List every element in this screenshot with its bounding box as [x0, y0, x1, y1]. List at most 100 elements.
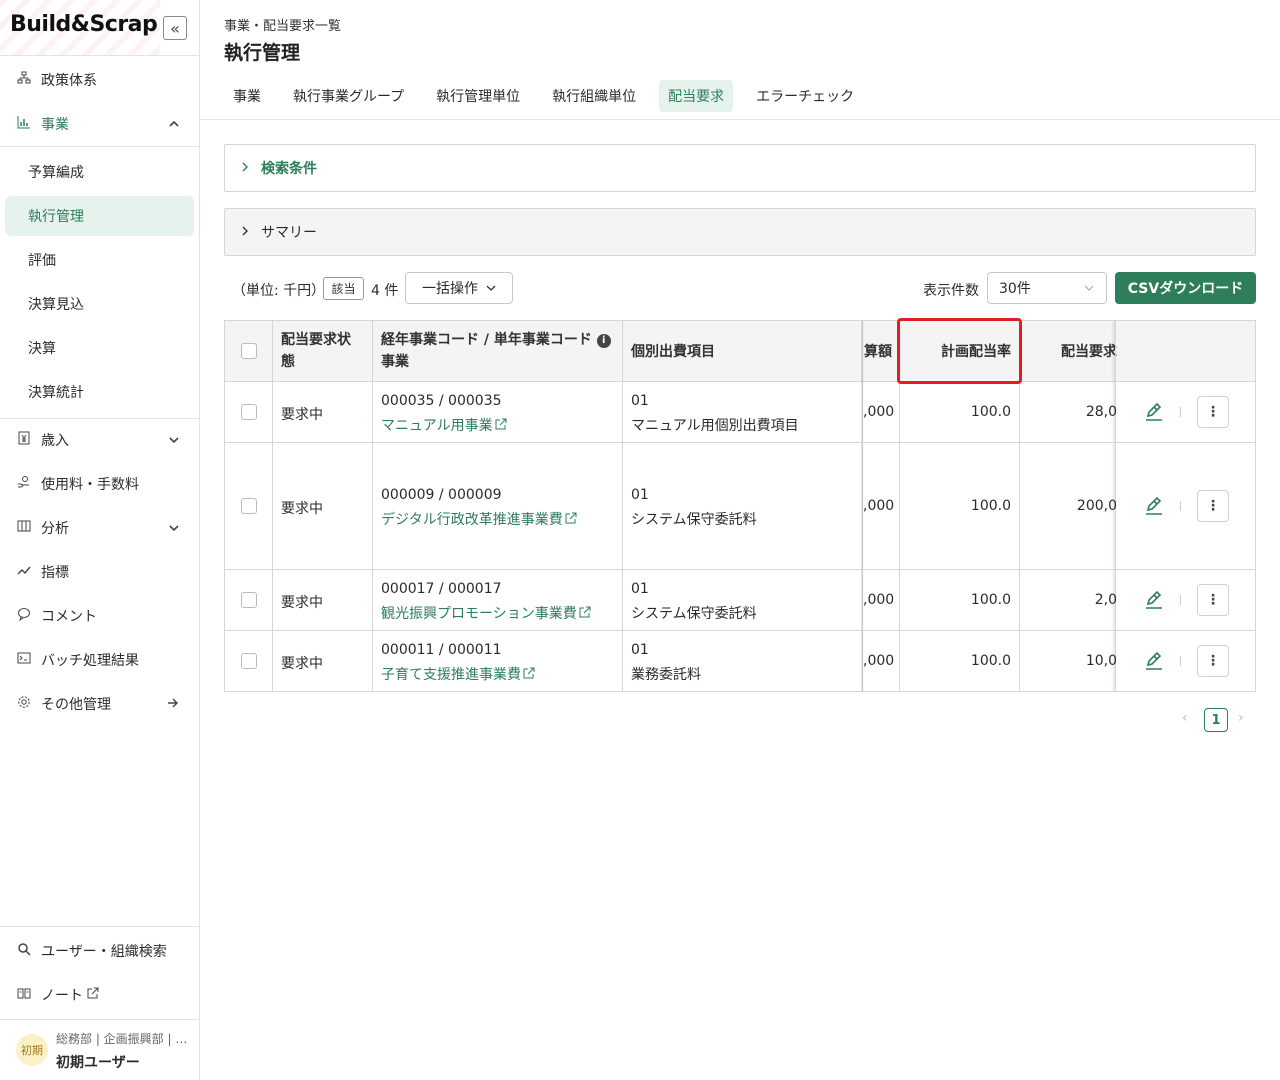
header-code[interactable]: 経年事業コード / 単年事業コード i 事業 — [381, 329, 621, 373]
row-checkbox[interactable] — [241, 592, 257, 608]
pagination-page[interactable]: 1 — [1204, 708, 1228, 732]
budget-cell: ,000 — [863, 498, 895, 514]
sidebar-item-label: バッチ処理結果 — [41, 653, 139, 669]
more-options-button[interactable]: ⋮ — [1197, 584, 1229, 616]
pagination-next[interactable]: › — [1238, 710, 1244, 726]
project-link-label: デジタル行政改革推進事業費 — [381, 512, 563, 528]
more-options-button[interactable]: ⋮ — [1197, 396, 1229, 428]
sidebar: Build&Scrap « 政策体系 事業 予算編成 執行管理 評価 決算見込 … — [0, 0, 200, 1080]
tab-allocation-request[interactable]: 配当要求 — [659, 80, 734, 112]
sidebar-item-user-search[interactable]: ユーザー・組織検索 — [0, 929, 199, 973]
row-checkbox[interactable] — [241, 498, 257, 514]
tab-bar: 事業 執行事業グループ 執行管理単位 執行組織単位 配当要求 エラーチェック — [224, 80, 877, 112]
column-divider — [372, 321, 373, 691]
tab-execution-group[interactable]: 執行事業グループ — [284, 80, 413, 112]
planned-rate-cell: 100.0 — [970, 498, 1011, 514]
chevron-down-icon — [1084, 282, 1094, 295]
kebab-icon: ⋮ — [1206, 592, 1220, 608]
per-page-select[interactable]: 30件 — [987, 272, 1107, 304]
trend-icon — [16, 563, 32, 581]
sidebar-item-revenue[interactable]: 歳入 — [0, 418, 199, 462]
status-cell: 要求中 — [281, 656, 323, 672]
tab-error-check[interactable]: エラーチェック — [747, 80, 863, 112]
double-chevron-left-icon: « — [170, 18, 180, 38]
bar-chart-icon — [16, 115, 32, 133]
request-cell: 10,0 — [1085, 653, 1117, 669]
sidebar-item-other-admin[interactable]: その他管理 — [0, 682, 199, 726]
tab-execution-unit[interactable]: 執行管理単位 — [427, 80, 529, 112]
book-icon — [16, 986, 32, 1004]
pagination-prev[interactable]: ‹ — [1182, 710, 1188, 726]
external-link-icon — [565, 512, 577, 527]
separator — [1180, 656, 1181, 666]
edit-icon[interactable] — [1143, 495, 1165, 517]
header-expense[interactable]: 個別出費項目 — [631, 341, 715, 363]
select-all-checkbox[interactable] — [241, 343, 257, 359]
row-divider — [225, 442, 1255, 443]
sidebar-item-policy[interactable]: 政策体系 — [0, 58, 199, 102]
comment-icon — [16, 607, 32, 625]
tab-execution-org-unit[interactable]: 執行組織単位 — [543, 80, 645, 112]
kebab-icon: ⋮ — [1206, 498, 1220, 514]
info-icon[interactable]: i — [596, 334, 611, 348]
bulk-action-button[interactable]: 一括操作 — [405, 272, 513, 304]
request-cell: 2,0 — [1094, 592, 1117, 608]
code-cell: 000017 / 000017 — [381, 581, 502, 597]
sidebar-item-analysis[interactable]: 分析 — [0, 506, 199, 550]
row-checkbox[interactable] — [241, 653, 257, 669]
budget-cell: ,000 — [863, 404, 895, 420]
expense-name-cell: 業務委託料 — [631, 667, 701, 683]
sidebar-item-indicator[interactable]: 指標 — [0, 550, 199, 594]
sidebar-item-label: 分析 — [41, 521, 69, 537]
sidebar-item-project[interactable]: 事業 — [0, 102, 199, 146]
expense-code-cell: 01 — [631, 581, 649, 597]
allocation-request-table: 配当要求状態 経年事業コード / 単年事業コード i 事業 個別出費項目 算額 … — [224, 320, 1256, 692]
user-menu[interactable]: 初期 総務部 | 企画振興部 | … 初期ユーザー — [0, 1020, 199, 1080]
sidebar-subitem-execution[interactable]: 執行管理 — [5, 196, 194, 236]
project-link[interactable]: マニュアル用事業 — [381, 415, 507, 435]
sidebar-item-comment[interactable]: コメント — [0, 594, 199, 638]
more-options-button[interactable]: ⋮ — [1197, 645, 1229, 677]
header-budget[interactable]: 算額 — [864, 341, 892, 363]
hit-count: 4 件 — [371, 283, 399, 299]
request-cell: 200,0 — [1076, 498, 1117, 514]
more-options-button[interactable]: ⋮ — [1197, 490, 1229, 522]
code-cell: 000011 / 000011 — [381, 642, 502, 658]
tab-project[interactable]: 事業 — [224, 80, 270, 112]
collapse-sidebar-button[interactable]: « — [163, 16, 187, 40]
sidebar-subitem-evaluation[interactable]: 評価 — [5, 240, 194, 280]
divider — [0, 146, 199, 147]
header-request[interactable]: 配当要求 — [1061, 341, 1117, 363]
budget-cell: ,000 — [863, 592, 895, 608]
expense-code-cell: 01 — [631, 642, 649, 658]
search-conditions-panel[interactable]: 検索条件 — [224, 144, 1256, 192]
sidebar-item-note[interactable]: ノート — [0, 973, 199, 1017]
expense-code-cell: 01 — [631, 393, 649, 409]
planned-rate-cell: 100.0 — [970, 592, 1011, 608]
highlight-annotation — [897, 318, 1022, 384]
edit-icon[interactable] — [1143, 401, 1165, 423]
project-link[interactable]: 子育て支援推進事業費 — [381, 664, 535, 684]
sidebar-subitem-budget[interactable]: 予算編成 — [5, 152, 194, 192]
sidebar-item-label: コメント — [41, 609, 97, 625]
sidebar-item-label: 歳入 — [41, 433, 69, 449]
sidebar-subitem-settlement-forecast[interactable]: 決算見込 — [5, 284, 194, 324]
summary-panel[interactable]: サマリー — [224, 208, 1256, 256]
divider — [200, 119, 1280, 120]
project-link[interactable]: 観光振興プロモーション事業費 — [381, 603, 591, 623]
row-checkbox[interactable] — [241, 404, 257, 420]
per-page-label: 表示件数 — [923, 283, 979, 299]
sidebar-subitem-settlement[interactable]: 決算 — [5, 328, 194, 368]
expense-name-cell: システム保守委託料 — [631, 606, 757, 622]
sidebar-subitem-settlement-stats[interactable]: 決算統計 — [5, 372, 194, 412]
csv-download-button[interactable]: CSVダウンロード — [1115, 272, 1256, 304]
sidebar-item-fees[interactable]: 使用料・手数料 — [0, 462, 199, 506]
header-status[interactable]: 配当要求状態 — [281, 329, 361, 373]
expense-code-cell: 01 — [631, 487, 649, 503]
edit-icon[interactable] — [1143, 650, 1165, 672]
org-chart-icon — [16, 71, 32, 89]
budget-cell: ,000 — [863, 653, 895, 669]
project-link[interactable]: デジタル行政改革推進事業費 — [381, 509, 577, 529]
sidebar-item-batch[interactable]: バッチ処理結果 — [0, 638, 199, 682]
edit-icon[interactable] — [1143, 589, 1165, 611]
